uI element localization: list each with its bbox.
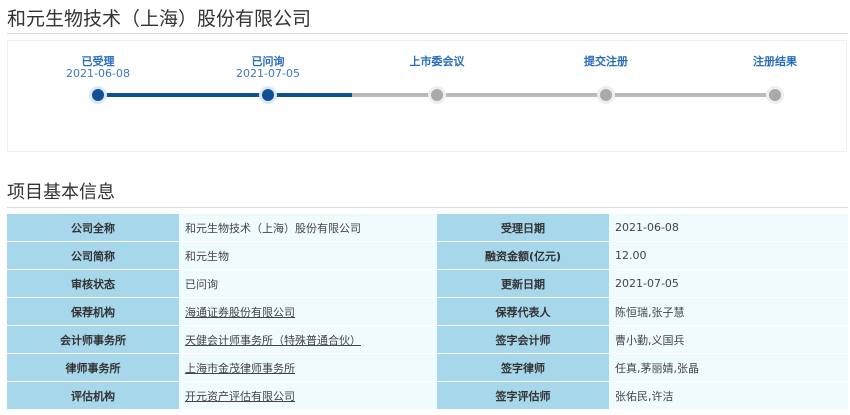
field-label: 公司全称 bbox=[7, 214, 179, 242]
progress-fill bbox=[98, 93, 352, 97]
org-link[interactable]: 天健会计师事务所（特殊普通合伙） bbox=[185, 334, 361, 347]
step-dot-icon bbox=[431, 89, 443, 101]
field-label: 受理日期 bbox=[437, 214, 609, 242]
table-row: 保荐机构 海通证券股份有限公司 保荐代表人 陈恒瑞,张子慧 bbox=[7, 297, 848, 326]
field-value: 任真,茅丽婧,张晶 bbox=[609, 353, 848, 382]
field-value: 和元生物技术（上海）股份有限公司 bbox=[185, 221, 361, 235]
table-row: 公司简称 和元生物 融资金额(亿元) 12.00 bbox=[7, 241, 848, 270]
divider bbox=[7, 207, 848, 208]
step-label: 上市委会议 bbox=[409, 55, 465, 68]
field-label: 会计师事务所 bbox=[7, 325, 179, 354]
table-row: 会计师事务所 天健会计师事务所（特殊普通合伙） 签字会计师 曹小勤,义国兵 bbox=[7, 325, 848, 354]
step-date: 2021-06-08 bbox=[66, 67, 130, 80]
step-label: 注册结果 bbox=[753, 55, 797, 68]
field-value: 陈恒瑞,张子慧 bbox=[609, 297, 848, 326]
divider bbox=[7, 33, 848, 34]
table-row: 律师事务所 上海市金茂律师事务所 签字律师 任真,茅丽婧,张晶 bbox=[7, 353, 848, 382]
org-link[interactable]: 开元资产评估有限公司 bbox=[185, 390, 295, 403]
field-label: 保荐代表人 bbox=[437, 297, 609, 326]
step-dot-icon bbox=[92, 89, 104, 101]
field-value: 12.00 bbox=[609, 241, 848, 270]
field-label: 融资金额(亿元) bbox=[437, 241, 609, 270]
field-label: 签字会计师 bbox=[437, 325, 609, 354]
info-table: 公司全称 和元生物技术（上海）股份有限公司 受理日期 2021-06-08 公司简称 和元… bbox=[7, 214, 848, 410]
field-value: 2021-06-08 bbox=[609, 214, 848, 242]
field-label: 保荐机构 bbox=[7, 297, 179, 326]
field-value: 2021-07-05 bbox=[609, 269, 848, 298]
field-value-cell: 开元资产评估有限公司 bbox=[179, 381, 437, 410]
field-label: 公司简称 bbox=[7, 241, 179, 270]
table-row: 公司全称 和元生物技术（上海）股份有限公司 受理日期 2021-06-08 bbox=[7, 214, 848, 242]
table-row: 审核状态 已问询 更新日期 2021-07-05 bbox=[7, 269, 848, 298]
field-value-cell: 和元生物 bbox=[179, 241, 437, 270]
field-label: 更新日期 bbox=[437, 269, 609, 298]
step-date: 2021-07-05 bbox=[236, 67, 300, 80]
org-link[interactable]: 海通证券股份有限公司 bbox=[185, 306, 295, 319]
table-row: 评估机构 开元资产评估有限公司 签字评估师 张佑民,许洁 bbox=[7, 381, 848, 410]
field-value: 曹小勤,义国兵 bbox=[609, 325, 848, 354]
step-dot-icon bbox=[769, 89, 781, 101]
field-label: 签字律师 bbox=[437, 353, 609, 382]
page-title: 和元生物技术（上海）股份有限公司 bbox=[7, 8, 312, 30]
field-label: 律师事务所 bbox=[7, 353, 179, 382]
step-label: 提交注册 bbox=[584, 55, 628, 68]
org-link[interactable]: 上海市金茂律师事务所 bbox=[185, 362, 295, 375]
section-title: 项目基本信息 bbox=[7, 182, 115, 203]
field-label: 评估机构 bbox=[7, 381, 179, 410]
field-value: 和元生物 bbox=[185, 249, 229, 263]
step-dot-icon bbox=[600, 89, 612, 101]
field-value: 张佑民,许洁 bbox=[609, 381, 848, 410]
step-dot-icon bbox=[262, 89, 274, 101]
field-value-cell: 和元生物技术（上海）股份有限公司 bbox=[179, 214, 437, 242]
field-value-cell: 天健会计师事务所（特殊普通合伙） bbox=[179, 325, 437, 354]
field-value-cell: 上海市金茂律师事务所 bbox=[179, 353, 437, 382]
field-value-cell: 已问询 bbox=[179, 269, 437, 298]
field-value: 已问询 bbox=[185, 277, 218, 291]
field-label: 审核状态 bbox=[7, 269, 179, 298]
field-value-cell: 海通证券股份有限公司 bbox=[179, 297, 437, 326]
field-label: 签字评估师 bbox=[437, 381, 609, 410]
